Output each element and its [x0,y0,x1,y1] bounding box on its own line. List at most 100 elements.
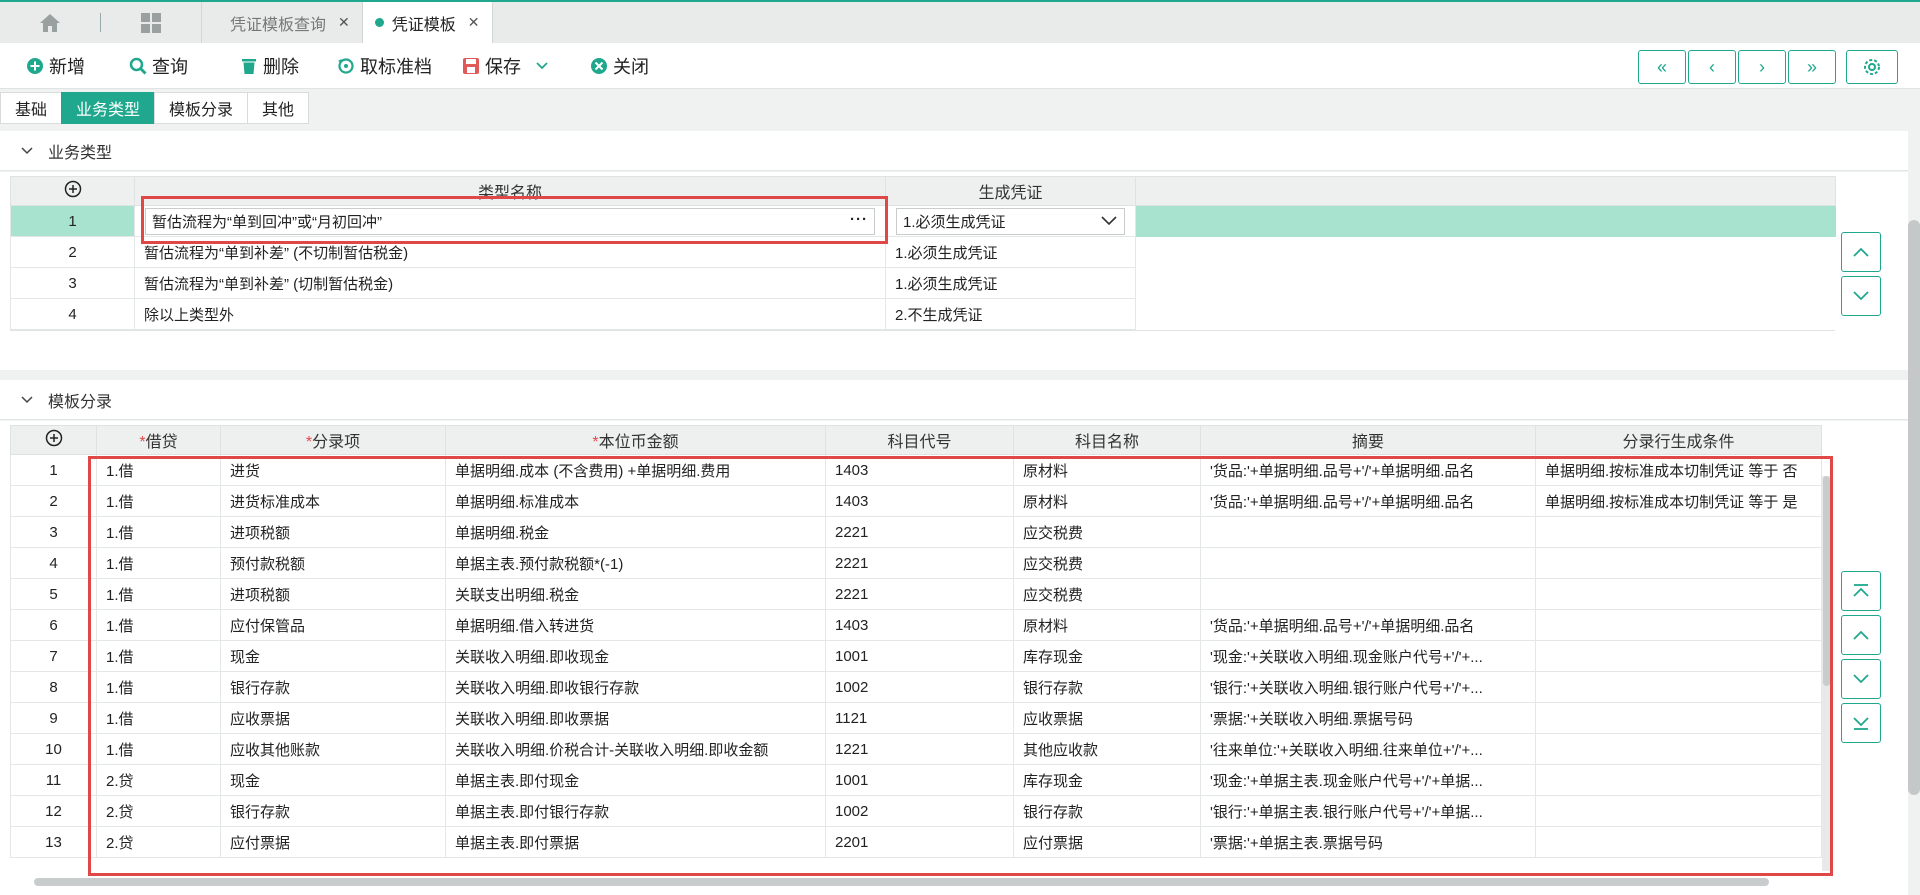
table-row[interactable]: 6 1.借 应付保管品 单据明细.借入转进货 1403 原材料 '货品:'+单据明细.品号+… [10,609,1822,641]
amount-cell[interactable]: 关联收入明细.即收银行存款 [445,671,826,703]
subject-code-cell[interactable]: 1221 [825,733,1014,765]
entry-item-cell[interactable]: 应收其他账款 [220,733,446,765]
table-row[interactable]: 3 1.借 进项税额 单据明细.税金 2221 应交税费 [10,516,1822,548]
amount-cell[interactable]: 单据明细.成本 (不含费用) +单据明细.费用 [445,454,826,486]
amount-cell[interactable]: 单据明细.标准成本 [445,485,826,517]
generate-voucher-cell[interactable]: 2.不生成凭证 [885,298,1136,330]
amount-cell[interactable]: 单据主表.预付款税额*(-1) [445,547,826,579]
table-vertical-scrollbar[interactable] [1822,476,1831,871]
condition-cell[interactable] [1535,795,1822,827]
subject-code-cell[interactable]: 1002 [825,795,1014,827]
more-icon[interactable]: ··· [850,211,868,228]
summary-cell[interactable]: '货品:'+单据明细.品号+'/'+单据明细.品名 [1200,485,1536,517]
condition-cell[interactable]: 单据明细.按标准成本切制凭证 等于 是 [1535,485,1822,517]
next-record-button[interactable]: › [1738,50,1786,84]
amount-cell[interactable]: 单据主表.即付票据 [445,826,826,858]
debit-credit-cell[interactable]: 1.借 [96,671,221,703]
table-row[interactable]: 5 1.借 进项税额 关联支出明细.税金 2221 应交税费 [10,578,1822,610]
table-row[interactable]: 12 2.贷 银行存款 单据主表.即付银行存款 1002 银行存款 '银行:'+单据主表.银… [10,795,1822,827]
template-entry-section-header[interactable]: 模板分录 [0,380,1908,420]
close-icon[interactable]: ✕ [468,14,480,31]
condition-cell[interactable] [1535,733,1822,765]
subject-name-cell[interactable]: 库存现金 [1013,640,1201,672]
business-type-section-header[interactable]: 业务类型 [0,131,1908,171]
debit-credit-cell[interactable]: 1.借 [96,702,221,734]
type-name-cell[interactable]: 暂估流程为“单到回冲”或“月初回冲” ··· [134,205,886,237]
summary-cell[interactable]: '货品:'+单据明细.品号+'/'+单据明细.品名 [1200,454,1536,486]
table-row[interactable]: 2 暂估流程为“单到补差” (不切制暂估税金) 1.必须生成凭证 [10,236,1836,268]
subtab-template-entry[interactable]: 模板分录 [154,92,248,124]
subject-name-cell[interactable]: 银行存款 [1013,671,1201,703]
debit-credit-cell[interactable]: 1.借 [96,485,221,517]
subject-code-cell[interactable]: 2221 [825,516,1014,548]
subject-name-cell[interactable]: 原材料 [1013,454,1201,486]
settings-button[interactable] [1846,50,1898,84]
debit-credit-cell[interactable]: 1.借 [96,733,221,765]
debit-credit-cell[interactable]: 2.贷 [96,826,221,858]
subject-code-cell[interactable]: 2221 [825,578,1014,610]
amount-cell[interactable]: 关联收入明细.即收现金 [445,640,826,672]
subject-name-cell[interactable]: 应交税费 [1013,516,1201,548]
scrollbar-thumb[interactable] [1823,476,1830,686]
move-down-button[interactable] [1841,659,1881,699]
delete-button[interactable]: 删除 [240,53,299,79]
home-button[interactable] [0,2,100,43]
move-up-button[interactable] [1841,615,1881,655]
subject-name-cell[interactable]: 应付票据 [1013,826,1201,858]
condition-cell[interactable] [1535,764,1822,796]
debit-credit-cell[interactable]: 2.贷 [96,795,221,827]
type-name-cell[interactable]: 除以上类型外 [134,298,886,330]
entry-item-cell[interactable]: 银行存款 [220,671,446,703]
summary-cell[interactable]: '现金:'+关联收入明细.现金账户代号+'/'+... [1200,640,1536,672]
type-name-cell[interactable]: 暂估流程为“单到补差” (切制暂估税金) [134,267,886,299]
summary-cell[interactable]: '票据:'+单据主表.票据号码 [1200,826,1536,858]
subject-name-cell[interactable]: 应交税费 [1013,578,1201,610]
cancel-standard-button[interactable]: 取标准档 [337,53,432,79]
entry-item-cell[interactable]: 进项税额 [220,578,446,610]
amount-cell[interactable]: 关联收入明细.价税合计-关联收入明细.即收金额 [445,733,826,765]
summary-cell[interactable] [1200,547,1536,579]
subject-code-cell[interactable]: 1001 [825,640,1014,672]
subject-code-cell[interactable]: 1001 [825,764,1014,796]
scrollbar-thumb[interactable] [34,878,1769,886]
type-name-cell[interactable]: 暂估流程为“单到补差” (不切制暂估税金) [134,236,886,268]
condition-cell[interactable] [1535,702,1822,734]
debit-credit-cell[interactable]: 1.借 [96,516,221,548]
condition-cell[interactable] [1535,578,1822,610]
type-name-input[interactable]: 暂估流程为“单到回冲”或“月初回冲” ··· [145,207,875,235]
entry-item-cell[interactable]: 进项税额 [220,516,446,548]
apps-button[interactable] [101,2,201,43]
generate-voucher-cell[interactable]: 1.必须生成凭证 [885,267,1136,299]
chevron-down-icon[interactable] [20,395,34,405]
summary-cell[interactable]: '银行:'+关联收入明细.银行账户代号+'/'+... [1200,671,1536,703]
amount-cell[interactable]: 单据主表.即付现金 [445,764,826,796]
entry-item-cell[interactable]: 进货 [220,454,446,486]
amount-cell[interactable]: 关联支出明细.税金 [445,578,826,610]
summary-cell[interactable] [1200,578,1536,610]
debit-credit-cell[interactable]: 2.贷 [96,764,221,796]
entry-item-cell[interactable]: 应付票据 [220,826,446,858]
table-row[interactable]: 2 1.借 进货标准成本 单据明细.标准成本 1403 原材料 '货品:'+单据明细.品号+… [10,485,1822,517]
debit-credit-cell[interactable]: 1.借 [96,547,221,579]
subject-name-cell[interactable]: 应收票据 [1013,702,1201,734]
last-record-button[interactable]: » [1788,50,1836,84]
subject-name-cell[interactable]: 其他应收款 [1013,733,1201,765]
subject-code-cell[interactable]: 1403 [825,485,1014,517]
subject-name-cell[interactable]: 库存现金 [1013,764,1201,796]
summary-cell[interactable]: '货品:'+单据明细.品号+'/'+单据明细.品名 [1200,609,1536,641]
generate-voucher-cell[interactable]: 1.必须生成凭证 [885,205,1136,237]
page-vertical-scrollbar[interactable] [1908,220,1920,795]
condition-cell[interactable] [1535,640,1822,672]
entry-item-cell[interactable]: 预付款税额 [220,547,446,579]
generate-voucher-select[interactable]: 1.必须生成凭证 [896,207,1125,235]
amount-cell[interactable]: 单据主表.即付银行存款 [445,795,826,827]
condition-cell[interactable]: 单据明细.按标准成本切制凭证 等于 否 [1535,454,1822,486]
subject-code-cell[interactable]: 1121 [825,702,1014,734]
tab-voucher-template-query[interactable]: 凭证模板查询 ✕ [201,2,362,43]
close-button[interactable]: 关闭 [590,53,649,79]
table-row[interactable]: 1 1.借 进货 单据明细.成本 (不含费用) +单据明细.费用 1403 原材料 '货品:… [10,454,1822,486]
query-button[interactable]: 查询 [129,53,188,79]
subject-code-cell[interactable]: 1002 [825,671,1014,703]
table-horizontal-scrollbar[interactable] [14,877,1819,887]
add-row-button[interactable] [10,176,135,206]
